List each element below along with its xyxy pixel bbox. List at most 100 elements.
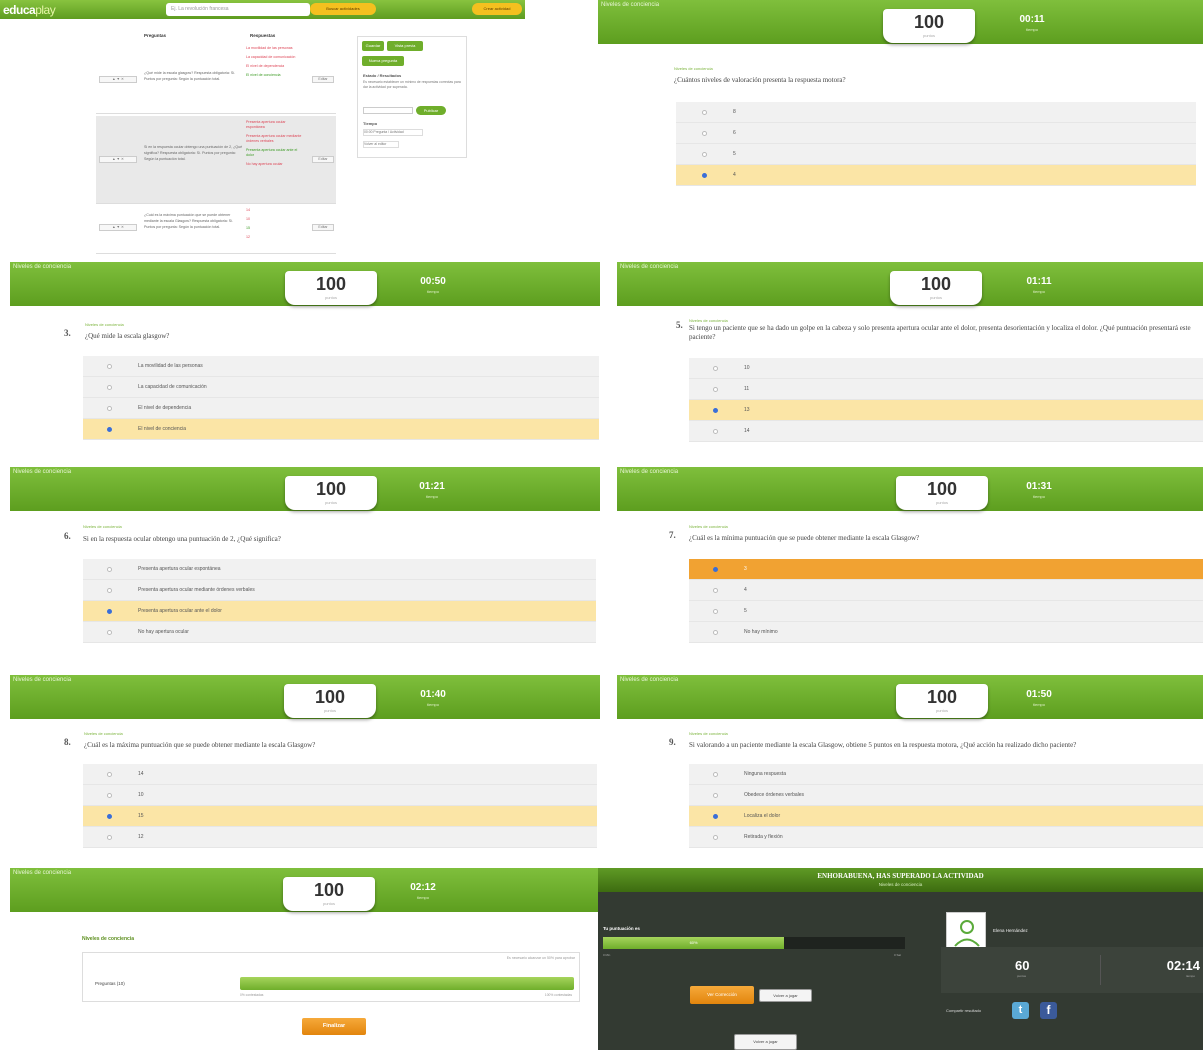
radio-button[interactable] [713,792,718,798]
radio-button[interactable] [713,428,718,434]
min-correct-input[interactable] [363,107,413,114]
answer-label: 15 [138,813,144,819]
results-title: Niveles de conciencia [82,936,134,942]
radio-button[interactable] [107,792,112,798]
finish-button[interactable]: Finalizar [302,1018,366,1035]
answer-option[interactable]: 11 [689,379,1203,400]
edit-question-button[interactable]: Editar [312,156,334,163]
score-caption: puntos [324,295,337,300]
radio-button[interactable] [713,771,718,777]
radio-button[interactable] [713,834,718,840]
radio-button[interactable] [107,771,112,777]
answer-option[interactable]: 13 [689,400,1203,421]
save-button[interactable]: Guardar [362,41,384,51]
answer-option[interactable]: Retirada y flexión [689,827,1203,848]
radio-button[interactable] [702,172,707,178]
time-caption: tiempo [1032,702,1045,707]
back-to-editor-link[interactable]: Volver al editor [363,141,399,148]
radio-button[interactable] [107,384,112,390]
radio-button[interactable] [107,834,112,840]
stats-box: 60 puntos 02:14 tiempo [941,947,1203,993]
time-value: 00:11 [1019,14,1045,25]
editor-answers: Presenta apertura ocular espontánea Pres… [246,120,304,171]
answer-label: 8 [733,109,736,115]
answer-option[interactable]: 15 [83,806,597,827]
answer-option[interactable]: 8 [676,102,1196,123]
question-number: 7. [669,530,676,540]
answer-option[interactable]: 5 [689,601,1203,622]
answer-option[interactable]: La capacidad de comunicación [83,377,599,398]
editor-answer: El nivel de conciencia [246,73,281,77]
edit-question-button[interactable]: Editar [312,76,334,83]
answer-option[interactable]: 14 [83,764,597,785]
answer-option[interactable]: 4 [689,580,1203,601]
question-number: 8. [64,737,71,747]
activity-title: Niveles de conciencia [13,677,72,683]
answer-option[interactable]: 4 [676,165,1196,186]
row-controls[interactable]: ▲ ▼ ✕ [99,156,137,163]
answer-option[interactable]: El nivel de dependencia [83,398,599,419]
radio-button[interactable] [713,566,718,572]
score-box: 100 puntos [284,684,376,718]
preview-button[interactable]: Vista previa [387,41,423,51]
search-input[interactable]: Ej. La revolución francesa [166,3,310,16]
answer-option[interactable]: 3 [689,559,1203,580]
radio-button[interactable] [107,608,112,614]
answer-option[interactable]: Presenta apertura ocular espontánea [83,559,596,580]
answer-option[interactable]: La movilidad de las personas [83,356,599,377]
answer-label: Ninguna respuesta [744,771,786,777]
radio-button[interactable] [107,566,112,572]
radio-button[interactable] [713,365,718,371]
search-button[interactable]: Buscar actividades [310,3,376,15]
answer-option[interactable]: 10 [83,785,597,806]
radio-button[interactable] [713,813,718,819]
radio-button[interactable] [107,405,112,411]
play-again-bottom-button[interactable]: Volver a jugar [734,1034,797,1050]
answer-option[interactable]: 12 [83,827,597,848]
row-controls[interactable]: ▲ ▼ ✕ [99,76,137,83]
publish-button[interactable]: Publicar [416,106,446,115]
facebook-icon[interactable]: f [1040,1002,1057,1019]
answer-option[interactable]: No hay apertura ocular [83,622,596,643]
sidebar-status-text: Es necesario establecer un mínimo de res… [363,80,461,89]
answer-option[interactable]: Presenta apertura ocular ante el dolor [83,601,596,622]
new-question-button[interactable]: Nueva pregunta [362,56,404,66]
radio-button[interactable] [713,407,718,413]
answer-option[interactable]: El nivel de conciencia [83,419,599,440]
radio-button[interactable] [713,587,718,593]
answer-option[interactable]: 14 [689,421,1203,442]
user-name: Elena Hernández [993,928,1028,933]
educaplay-logo[interactable]: educaplay [3,3,56,17]
pass-note: Es necesario alcanzar un 50% para aproba… [506,956,575,960]
play-again-button[interactable]: Volver a jugar [759,989,812,1002]
twitter-icon[interactable]: t [1012,1002,1029,1019]
question-header: Niveles de conciencia 100 puntos 01:11 t… [617,262,1203,306]
answer-option[interactable]: 10 [689,358,1203,379]
radio-button[interactable] [107,629,112,635]
answer-option[interactable]: No hay mínimo [689,622,1203,643]
answer-option[interactable]: Ninguna respuesta [689,764,1203,785]
edit-question-button[interactable]: Editar [312,224,334,231]
radio-button[interactable] [713,386,718,392]
answer-option[interactable]: 6 [676,123,1196,144]
create-activity-button[interactable]: Crear actividad [472,3,522,15]
answer-option[interactable]: Presenta apertura ocular mediante órdene… [83,580,596,601]
radio-button[interactable] [702,130,707,136]
radio-button[interactable] [107,813,112,819]
answer-option[interactable]: Obedece órdenes verbales [689,785,1203,806]
answer-option[interactable]: Localiza el dolor [689,806,1203,827]
row-controls[interactable]: ▲ ▼ ✕ [99,224,137,231]
view-corrections-button[interactable]: Ver Corrección [690,986,754,1004]
question-text: Si valorando a un paciente mediante la e… [689,741,1077,749]
radio-button[interactable] [107,363,112,369]
radio-button[interactable] [702,151,707,157]
answer-option[interactable]: 5 [676,144,1196,165]
radio-button[interactable] [713,629,718,635]
radio-button[interactable] [107,587,112,593]
score-caption: puntos [935,708,948,713]
radio-button[interactable] [713,608,718,614]
radio-button[interactable] [107,426,112,432]
question-category: Niveles de conciencia [689,318,728,323]
radio-button[interactable] [702,109,707,115]
answer-label: No hay apertura ocular [138,629,189,635]
